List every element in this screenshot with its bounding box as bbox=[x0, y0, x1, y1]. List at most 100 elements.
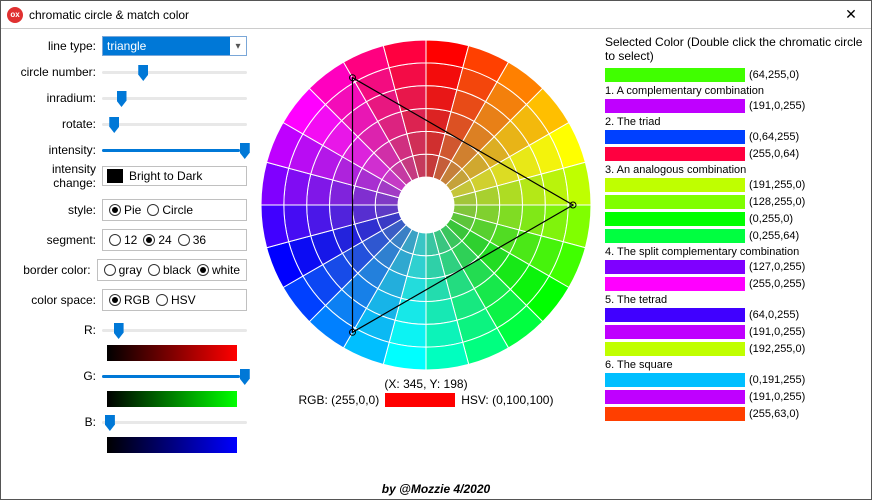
style-option-circle[interactable]: Circle bbox=[147, 203, 193, 217]
r-slider[interactable] bbox=[102, 321, 247, 339]
swatch bbox=[605, 260, 745, 274]
window-title: chromatic circle & match color bbox=[29, 8, 837, 22]
segment-option-24[interactable]: 24 bbox=[143, 233, 171, 247]
circlenumber-label: circle number: bbox=[7, 65, 102, 79]
bordercolor-option-black[interactable]: black bbox=[148, 263, 191, 277]
swatch-row: (255,63,0) bbox=[605, 406, 865, 422]
swatch bbox=[605, 195, 745, 209]
swatch-row: (0,191,255) bbox=[605, 372, 865, 388]
radio-dot-icon bbox=[156, 294, 168, 306]
swatch-row: (127,0,255) bbox=[605, 259, 865, 275]
swatch-label: (255,0,64) bbox=[749, 148, 799, 160]
swatch bbox=[605, 99, 745, 113]
swatch-row: (0,255,0) bbox=[605, 211, 865, 227]
colorspace-option-hsv[interactable]: HSV bbox=[156, 293, 196, 307]
r-slider-label: R: bbox=[7, 323, 102, 337]
swatch-label: (0,64,255) bbox=[749, 131, 799, 143]
controls-panel: line type: triangle ▾ circle number: inr… bbox=[7, 35, 247, 457]
results-panel: Selected Color (Double click the chromat… bbox=[605, 35, 865, 457]
radio-dot-icon bbox=[109, 234, 121, 246]
g-slider[interactable] bbox=[102, 367, 247, 385]
swatch-row: (191,255,0) bbox=[605, 177, 865, 193]
selected-title: Selected Color (Double click the chromat… bbox=[605, 35, 865, 63]
group-title-1: 1. A complementary combination bbox=[605, 85, 865, 97]
group-title-2: 2. The triad bbox=[605, 116, 865, 128]
radio-dot-icon bbox=[147, 204, 159, 216]
swatch-label: (191,0,255) bbox=[749, 326, 805, 338]
swatch-label: (0,255,0) bbox=[749, 213, 793, 225]
swatch-label: (191,0,255) bbox=[749, 100, 805, 112]
app-icon: ox bbox=[7, 7, 23, 23]
intensity-label: intensity: bbox=[7, 143, 102, 157]
bordercolor-options: gray black white bbox=[97, 259, 247, 281]
swatch-label: (64,0,255) bbox=[749, 309, 799, 321]
wheel-panel: (X: 345, Y: 198) RGB: (255,0,0) HSV: (0,… bbox=[251, 35, 601, 457]
swatch-row: (0,255,64) bbox=[605, 228, 865, 244]
selected-main-label: (64,255,0) bbox=[749, 69, 799, 81]
b-gradient bbox=[107, 437, 237, 453]
swatch-row: (191,0,255) bbox=[605, 98, 865, 114]
swatch bbox=[605, 390, 745, 404]
segment-options: 12 24 36 bbox=[102, 229, 247, 251]
swatch-label: (255,0,255) bbox=[749, 278, 805, 290]
colorspace-label: color space: bbox=[7, 293, 102, 307]
radio-dot-icon bbox=[148, 264, 160, 276]
swatch-row: (191,0,255) bbox=[605, 389, 865, 405]
segment-option-36[interactable]: 36 bbox=[178, 233, 206, 247]
b-slider[interactable] bbox=[102, 413, 247, 431]
segment-label: segment: bbox=[7, 233, 102, 247]
swatch bbox=[605, 308, 745, 322]
swatch-row: (255,0,64) bbox=[605, 146, 865, 162]
intensitychange-swatch bbox=[107, 169, 123, 183]
circlenumber-slider[interactable] bbox=[102, 63, 247, 81]
group-title-4: 4. The split complementary combination bbox=[605, 246, 865, 258]
swatch-label: (0,255,64) bbox=[749, 230, 799, 242]
bordercolor-option-gray[interactable]: gray bbox=[104, 263, 142, 277]
chevron-down-icon: ▾ bbox=[230, 41, 246, 52]
swatch bbox=[605, 342, 745, 356]
swatch-row: (64,0,255) bbox=[605, 307, 865, 323]
rgb-swatch bbox=[385, 393, 455, 407]
radio-dot-icon bbox=[104, 264, 116, 276]
chromatic-wheel[interactable] bbox=[256, 35, 596, 375]
inradium-slider[interactable] bbox=[102, 89, 247, 107]
inradium-label: inradium: bbox=[7, 91, 102, 105]
swatch-label: (255,63,0) bbox=[749, 408, 799, 420]
hsv-readout: HSV: (0,100,100) bbox=[461, 393, 553, 407]
intensity-slider[interactable] bbox=[102, 141, 247, 159]
swatch-label: (191,0,255) bbox=[749, 391, 805, 403]
swatch-row: (191,0,255) bbox=[605, 324, 865, 340]
swatch-label: (191,255,0) bbox=[749, 179, 805, 191]
swatch bbox=[605, 277, 745, 291]
xy-readout: (X: 345, Y: 198) bbox=[251, 377, 601, 391]
intensitychange-label: intensity change: bbox=[7, 162, 102, 190]
footer-credit: by @Mozzie 4/2020 bbox=[0, 478, 872, 500]
group-title-6: 6. The square bbox=[605, 359, 865, 371]
selected-main-swatch bbox=[605, 68, 745, 82]
rotate-label: rotate: bbox=[7, 117, 102, 131]
swatch-label: (127,0,255) bbox=[749, 261, 805, 273]
swatch-label: (128,255,0) bbox=[749, 196, 805, 208]
g-gradient bbox=[107, 391, 237, 407]
bordercolor-label: border color: bbox=[7, 263, 97, 277]
swatch bbox=[605, 147, 745, 161]
segment-option-12[interactable]: 12 bbox=[109, 233, 137, 247]
swatch-row: (255,0,255) bbox=[605, 276, 865, 292]
swatch bbox=[605, 229, 745, 243]
colorspace-options: RGB HSV bbox=[102, 289, 247, 311]
style-option-pie[interactable]: Pie bbox=[109, 203, 141, 217]
close-button[interactable]: ✕ bbox=[837, 6, 865, 23]
r-gradient bbox=[107, 345, 237, 361]
intensitychange-box[interactable]: Bright to Dark bbox=[102, 166, 247, 186]
swatch-row: (128,255,0) bbox=[605, 194, 865, 210]
style-label: style: bbox=[7, 203, 102, 217]
bordercolor-option-white[interactable]: white bbox=[197, 263, 240, 277]
rotate-slider[interactable] bbox=[102, 115, 247, 133]
linetype-combo[interactable]: triangle ▾ bbox=[102, 36, 247, 56]
swatch bbox=[605, 373, 745, 387]
swatch-row: (192,255,0) bbox=[605, 341, 865, 357]
colorspace-option-rgb[interactable]: RGB bbox=[109, 293, 150, 307]
radio-dot-icon bbox=[109, 204, 121, 216]
swatch bbox=[605, 212, 745, 226]
rgb-readout: RGB: (255,0,0) bbox=[299, 393, 380, 407]
